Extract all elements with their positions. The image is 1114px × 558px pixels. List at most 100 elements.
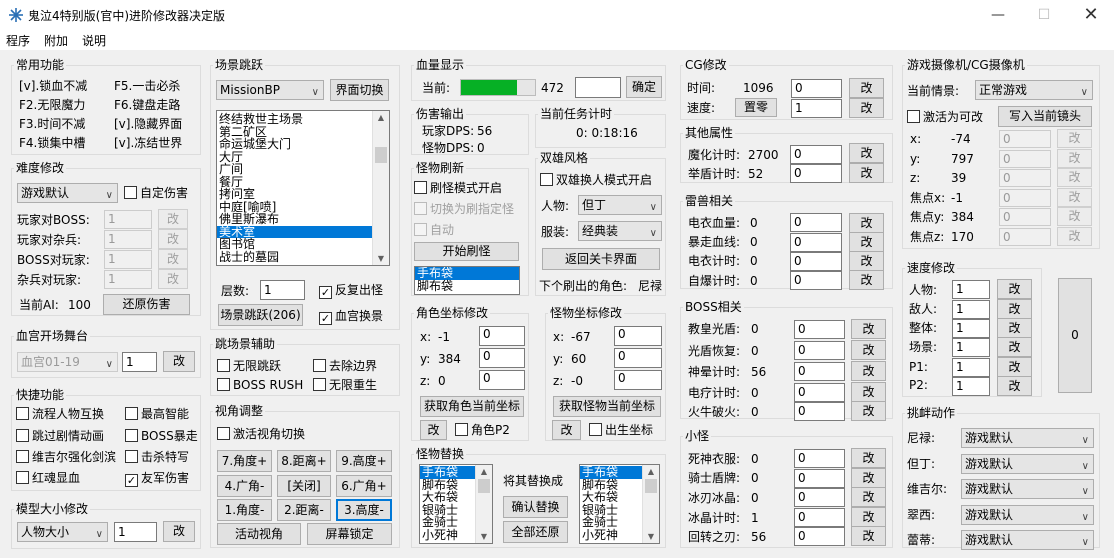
spawn-list[interactable]: 手布袋 脚布袋 <box>414 266 520 295</box>
player-boss-input[interactable]: 1 <box>104 210 152 229</box>
distance-down-button[interactable]: 2.距离- <box>277 499 331 521</box>
fov-down-button[interactable]: 4.广角- <box>217 475 272 497</box>
angle-down-button[interactable]: 1.角度- <box>217 499 272 521</box>
speed-p2-input[interactable]: 1 <box>952 377 990 396</box>
speed-overall-change-button[interactable]: 改 <box>997 318 1032 338</box>
speed-enemy-change-button[interactable]: 改 <box>997 299 1032 319</box>
scroll-up-icon[interactable]: ▲ <box>476 467 492 476</box>
shield-recover-input[interactable]: 0 <box>794 341 845 360</box>
taunt-dante-select[interactable]: 游戏默认 ∨ <box>961 454 1094 474</box>
rage-line-change-button[interactable]: 改 <box>849 232 884 252</box>
scroll-up-icon[interactable]: ▲ <box>373 113 389 122</box>
scroll-thumb[interactable] <box>375 147 387 163</box>
focus-x-change-button[interactable]: 改 <box>1057 188 1092 207</box>
distance-up-button[interactable]: 8.距离+ <box>277 450 331 472</box>
role-x-input[interactable]: 0 <box>479 326 525 346</box>
target-monster-list[interactable]: 手布袋 脚布袋 大布袋 银骑士 金骑士 小死神 ▲ ▼ <box>579 464 660 544</box>
restore-all-button[interactable]: 全部还原 <box>503 521 568 543</box>
character-select[interactable]: 但丁 ∨ <box>578 195 662 215</box>
close-icon[interactable]: ✕ <box>1068 0 1114 30</box>
cam-y-change-button[interactable]: 改 <box>1057 149 1092 168</box>
taunt-nero-select[interactable]: 游戏默认 ∨ <box>961 428 1094 448</box>
vergil-sword-checkbox[interactable]: 维吉尔强化剑滨 <box>16 449 116 465</box>
role-p2-checkbox[interactable]: 角色P2 <box>455 422 510 438</box>
shock-timer-input[interactable]: 0 <box>794 383 845 402</box>
player-boss-change-button[interactable]: 改 <box>158 209 188 229</box>
list-item[interactable]: 命运城堡大门 <box>217 138 389 151</box>
focus-z-change-button[interactable]: 改 <box>1057 227 1092 246</box>
list-item[interactable]: 佛里斯瀑布 <box>217 213 389 226</box>
custom-damage-checkbox[interactable]: 自定伤害 <box>124 185 188 201</box>
height-down-button[interactable]: 3.高度- <box>336 499 392 521</box>
list-item[interactable]: 广间 <box>217 163 389 176</box>
height-up-button[interactable]: 9.高度+ <box>336 450 392 472</box>
inf-respawn-checkbox[interactable]: 无限重生 <box>313 377 377 393</box>
max-ai-checkbox[interactable]: 最高智能 <box>125 406 189 422</box>
skip-cutscene-checkbox[interactable]: 跳过剧情动画 <box>16 428 104 444</box>
costume-select[interactable]: 经典装 ∨ <box>578 221 662 241</box>
blood-palace-select[interactable]: 血宫01-19 ∨ <box>17 352 118 372</box>
pope-shield-change-button[interactable]: 改 <box>851 319 886 339</box>
dual-swap-checkbox[interactable]: 双雄换人模式开启 <box>540 172 652 188</box>
list-item[interactable]: 拷问室 <box>217 188 389 201</box>
cam-x-input[interactable]: 0 <box>999 130 1051 148</box>
screen-lock-button[interactable]: 屏幕锁定 <box>307 523 392 545</box>
self-destruct-change-button[interactable]: 改 <box>849 270 884 290</box>
cg-zero-button[interactable]: 置零 <box>735 98 777 117</box>
player-minion-change-button[interactable]: 改 <box>158 229 188 249</box>
minion-player-input[interactable]: 1 <box>104 270 152 289</box>
confirm-replace-button[interactable]: 确认替换 <box>503 496 568 518</box>
auto-checkbox[interactable]: 自动 <box>414 222 454 238</box>
model-size-input[interactable]: 1 <box>114 522 157 542</box>
floor-input[interactable]: 1 <box>260 280 305 300</box>
active-view-button[interactable]: 活动视角 <box>217 523 301 545</box>
list-item[interactable]: 图书馆 <box>217 238 389 251</box>
boss-rush-checkbox[interactable]: BOSS RUSH <box>217 377 303 393</box>
electric-hp-change-button[interactable]: 改 <box>849 213 884 233</box>
devil-trigger-change-button[interactable]: 改 <box>849 143 884 163</box>
taunt-vergil-select[interactable]: 游戏默认 ∨ <box>961 479 1094 499</box>
switch-ui-button[interactable]: 界面切换 <box>330 79 389 101</box>
scroll-down-icon[interactable]: ▼ <box>643 532 659 541</box>
back-to-level-button[interactable]: 返回关卡界面 <box>542 248 660 270</box>
difficulty-select[interactable]: 游戏默认 ∨ <box>17 183 118 203</box>
scene-list[interactable]: 终结救世主场景 第二矿区 命运城堡大门 大厅 广间 餐厅 拷问室 中庭[喻喷] … <box>216 110 390 266</box>
shield-recover-change-button[interactable]: 改 <box>851 340 886 360</box>
camera-editable-checkbox[interactable]: 激活为可改 <box>907 109 983 125</box>
menu-program[interactable]: 程序 <box>6 32 30 49</box>
devil-trigger-input[interactable]: 0 <box>790 145 842 164</box>
focus-z-input[interactable]: 0 <box>999 228 1051 246</box>
speed-overall-input[interactable]: 1 <box>952 319 990 338</box>
scrollbar[interactable]: ▲ ▼ <box>642 465 659 543</box>
source-monster-list[interactable]: 手布袋 脚布袋 大布袋 银骑士 金骑士 小死神 ▲ ▼ <box>419 464 493 544</box>
maximize-icon[interactable]: ☐ <box>1021 0 1067 30</box>
focus-x-input[interactable]: 0 <box>999 189 1051 207</box>
start-spawn-button[interactable]: 开始刷怪 <box>414 242 519 261</box>
remove-border-checkbox[interactable]: 去除边界 <box>313 358 377 374</box>
speed-scene-change-button[interactable]: 改 <box>997 337 1032 357</box>
spawn-mode-checkbox[interactable]: 刷怪模式开启 <box>414 180 502 196</box>
get-role-coord-button[interactable]: 获取角色当前坐标 <box>420 396 524 417</box>
cg-speed-input[interactable]: 1 <box>791 99 842 118</box>
minimize-icon[interactable]: — <box>975 0 1021 30</box>
close-view-button[interactable]: [关闭] <box>277 475 331 497</box>
reaper-cloth-input[interactable]: 0 <box>794 449 845 468</box>
focus-y-input[interactable]: 0 <box>999 208 1051 226</box>
blood-palace-input[interactable]: 1 <box>122 352 157 372</box>
ice-timer-input[interactable]: 0 <box>794 508 845 527</box>
monster-z-input[interactable]: 0 <box>614 370 662 390</box>
speed-character-change-button[interactable]: 改 <box>997 279 1032 299</box>
scroll-thumb[interactable] <box>478 479 490 493</box>
ice-blade-change-button[interactable]: 改 <box>851 487 886 507</box>
spawn-coord-checkbox[interactable]: 出生坐标 <box>589 422 653 438</box>
focus-y-change-button[interactable]: 改 <box>1057 207 1092 226</box>
role-coord-change-button[interactable]: 改 <box>420 420 447 440</box>
role-y-input[interactable]: 0 <box>479 348 525 368</box>
write-camera-button[interactable]: 写入当前镜头 <box>998 106 1092 127</box>
list-item-selected[interactable]: 手布袋 <box>415 267 519 280</box>
red-orb-hp-checkbox[interactable]: 红魂显血 <box>16 470 80 486</box>
fire-bull-input[interactable]: 0 <box>794 402 845 421</box>
hp-input[interactable] <box>575 77 621 98</box>
minion-player-change-button[interactable]: 改 <box>158 269 188 289</box>
angle-up-button[interactable]: 7.角度+ <box>217 450 272 472</box>
